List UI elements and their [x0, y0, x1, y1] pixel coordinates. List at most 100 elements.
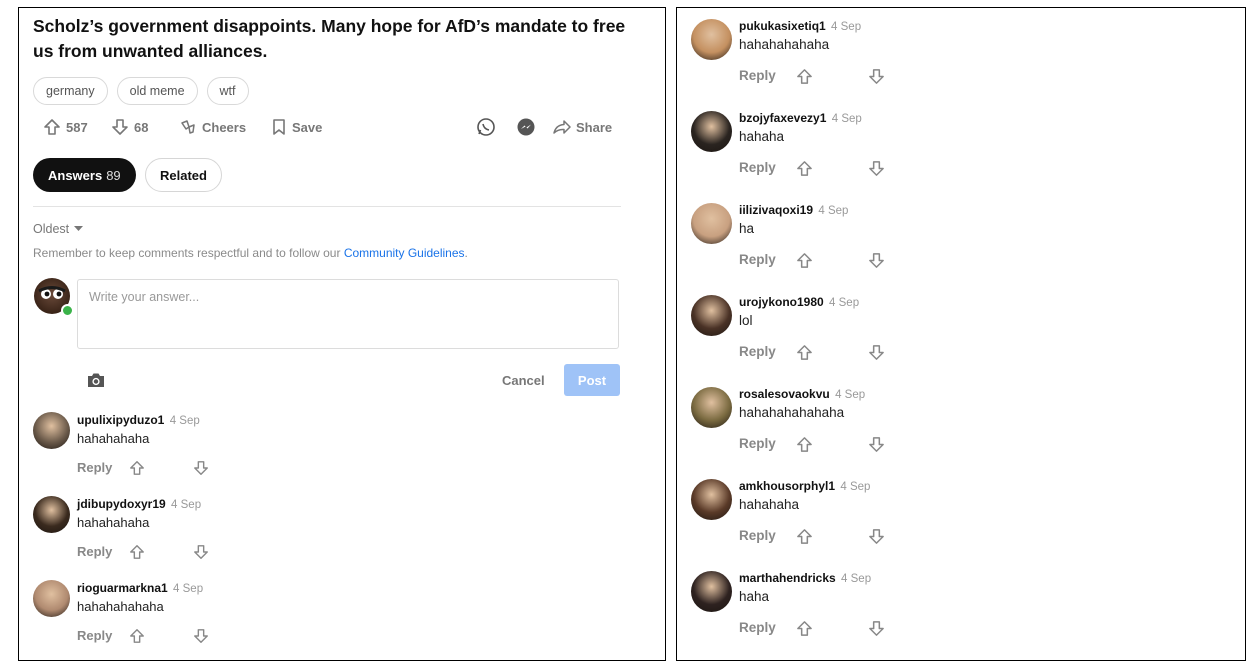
avatar[interactable] — [33, 496, 70, 533]
comment-upvote-button[interactable] — [129, 460, 145, 481]
comment-downvote-button[interactable] — [868, 160, 885, 182]
arrow-down-icon — [868, 437, 885, 457]
share-label: Share — [576, 119, 613, 135]
camera-button[interactable] — [86, 371, 106, 394]
comment-downvote-button[interactable] — [193, 544, 209, 565]
comment-downvote-button[interactable] — [193, 460, 209, 481]
post-actions: 587 68 Cheers Save Share — [33, 116, 623, 138]
comment-date: 4 Sep — [835, 389, 866, 401]
arrow-down-icon — [868, 253, 885, 273]
comment-username[interactable]: marthahendricks 4 Sep — [739, 571, 871, 585]
comment-username[interactable]: jdibupydoxyr19 4 Sep — [77, 497, 201, 511]
comment-username[interactable]: urojykono1980 4 Sep — [739, 295, 859, 309]
cheers-button[interactable]: Cheers — [179, 116, 246, 138]
arrow-up-icon — [129, 461, 145, 480]
tag-wtf[interactable]: wtf — [206, 77, 249, 105]
comment-date: 4 Sep — [171, 499, 202, 511]
username-text: urojykono1980 — [739, 295, 824, 309]
username-text: bzojyfaxevezy1 — [739, 111, 827, 125]
comment-downvote-button[interactable] — [868, 344, 885, 366]
comment-date: 4 Sep — [841, 573, 872, 585]
comment-username[interactable]: rosalesovaokvu 4 Sep — [739, 387, 865, 401]
comment-date: 4 Sep — [831, 113, 862, 125]
avatar[interactable] — [691, 571, 732, 612]
avatar[interactable] — [691, 111, 732, 152]
comment-username[interactable]: pukukasixetiq1 4 Sep — [739, 19, 861, 33]
avatar[interactable] — [691, 19, 732, 60]
comment-upvote-button[interactable] — [796, 252, 813, 274]
tab-answers[interactable]: Answers 89 — [33, 158, 136, 192]
comment-date: 4 Sep — [173, 583, 204, 595]
whatsapp-icon — [477, 118, 495, 136]
reply-button[interactable]: Reply — [739, 160, 776, 175]
divider — [33, 206, 621, 207]
comment-downvote-button[interactable] — [193, 628, 209, 649]
comment-downvote-button[interactable] — [868, 68, 885, 90]
cancel-button[interactable]: Cancel — [502, 373, 545, 388]
reply-button[interactable]: Reply — [739, 436, 776, 451]
messenger-share-button[interactable] — [516, 116, 536, 138]
whatsapp-share-button[interactable] — [476, 116, 496, 138]
avatar[interactable] — [691, 479, 732, 520]
answer-input[interactable] — [77, 279, 619, 349]
arrow-down-icon — [868, 529, 885, 549]
online-status-indicator — [61, 304, 74, 317]
save-label: Save — [292, 119, 323, 135]
reply-button[interactable]: Reply — [739, 620, 776, 635]
comment-upvote-button[interactable] — [796, 344, 813, 366]
comment-username[interactable]: rioguarmarkna1 4 Sep — [77, 581, 203, 595]
downvote-button[interactable]: 68 — [111, 116, 148, 138]
comment-downvote-button[interactable] — [868, 620, 885, 642]
arrow-down-icon — [868, 345, 885, 365]
reply-button[interactable]: Reply — [739, 68, 776, 83]
comment-upvote-button[interactable] — [796, 528, 813, 550]
tab-related[interactable]: Related — [145, 158, 222, 192]
avatar[interactable] — [33, 580, 70, 617]
reply-button[interactable]: Reply — [77, 628, 112, 643]
comment-upvote-button[interactable] — [129, 544, 145, 565]
sort-dropdown[interactable]: Oldest — [33, 222, 84, 236]
community-guidelines-link[interactable]: Community Guidelines — [344, 246, 465, 260]
comment-upvote-button[interactable] — [796, 160, 813, 182]
comment-username[interactable]: upulixipyduzo1 4 Sep — [77, 413, 200, 427]
comment-date: 4 Sep — [169, 415, 200, 427]
guidelines-text: Remember to keep comments respectful and… — [33, 246, 344, 260]
avatar[interactable] — [691, 387, 732, 428]
share-button[interactable]: Share — [553, 116, 612, 138]
arrow-down-icon — [868, 621, 885, 641]
upvote-button[interactable]: 587 — [43, 116, 88, 138]
username-text: rioguarmarkna1 — [77, 581, 168, 595]
upvote-count: 587 — [66, 119, 88, 135]
comment-downvote-button[interactable] — [868, 252, 885, 274]
tag-old-meme[interactable]: old meme — [116, 77, 198, 105]
comment-text: hahahahahaha — [77, 599, 164, 614]
cheers-icon — [181, 120, 195, 134]
avatar[interactable] — [33, 412, 70, 449]
comment-upvote-button[interactable] — [796, 436, 813, 458]
tag-list: germany old meme wtf — [33, 77, 249, 105]
reply-button[interactable]: Reply — [739, 252, 776, 267]
comment-username[interactable]: iilizivaqoxi19 4 Sep — [739, 203, 848, 217]
comment-username[interactable]: bzojyfaxevezy1 4 Sep — [739, 111, 862, 125]
reply-button[interactable]: Reply — [77, 460, 112, 475]
comment-downvote-button[interactable] — [868, 436, 885, 458]
comment-upvote-button[interactable] — [796, 620, 813, 642]
comment-downvote-button[interactable] — [868, 528, 885, 550]
post-button[interactable]: Post — [564, 364, 620, 396]
comment-username[interactable]: amkhousorphyl1 4 Sep — [739, 479, 870, 493]
reply-button[interactable]: Reply — [739, 344, 776, 359]
save-button[interactable]: Save — [271, 116, 322, 138]
comment-upvote-button[interactable] — [129, 628, 145, 649]
arrow-up-icon — [796, 345, 813, 365]
username-text: marthahendricks — [739, 571, 836, 585]
right-panel: pukukasixetiq1 4 Sep hahahahahaha Reply bzo… — [676, 7, 1246, 661]
comment-text: lol — [739, 313, 753, 328]
avatar[interactable] — [691, 295, 732, 336]
comment-upvote-button[interactable] — [796, 68, 813, 90]
tag-germany[interactable]: germany — [33, 77, 108, 105]
share-arrow-icon — [553, 120, 571, 134]
reply-button[interactable]: Reply — [77, 544, 112, 559]
reply-button[interactable]: Reply — [739, 528, 776, 543]
bookmark-icon — [273, 119, 285, 135]
avatar[interactable] — [691, 203, 732, 244]
